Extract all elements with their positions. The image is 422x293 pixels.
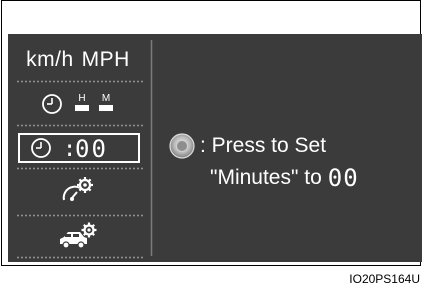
instruction-digits: 00 xyxy=(327,164,359,192)
instruction-panel: : Press to Set "Minutes" to 00 xyxy=(168,130,418,194)
clock-minute-digits: 00 xyxy=(75,136,108,160)
vehicle-settings-icon xyxy=(60,222,97,249)
minute-marker-icon: M xyxy=(99,93,113,111)
clock-icon xyxy=(31,138,51,158)
clock-set-graphic: : 00 xyxy=(31,136,108,160)
unit-kmh-label: km/h xyxy=(26,48,74,71)
menu-separator xyxy=(16,124,144,127)
clock-hour-minute-menu-item[interactable]: H M xyxy=(8,89,148,117)
gauge-settings-icon xyxy=(62,177,93,201)
vehicle-settings-menu-item[interactable] xyxy=(8,222,148,252)
figure-frame: km/h MPH H M: 00: Press to Set "Minute… xyxy=(1,0,422,266)
selector-knob-icon[interactable] xyxy=(168,132,196,160)
hour-marker-text: H xyxy=(78,93,85,104)
clock-hm-graphic: H M xyxy=(42,93,113,114)
menu-separator xyxy=(16,167,144,170)
menu-separator xyxy=(16,256,144,259)
hour-marker-icon: H xyxy=(75,93,89,111)
multi-info-display: km/h MPH H M: 00: Press to Set "Minute… xyxy=(8,34,422,262)
units-menu-item[interactable]: km/h MPH xyxy=(8,43,148,77)
minute-marker-text: M xyxy=(102,93,110,104)
instruction-line-1: : Press to Set xyxy=(168,130,418,162)
gauge-settings-menu-item[interactable] xyxy=(8,175,148,207)
instruction-text-1: : Press to Set xyxy=(200,134,327,157)
menu-separator xyxy=(16,214,144,217)
menu-divider xyxy=(150,40,153,256)
settings-menu: km/h MPH H M: 00 xyxy=(8,34,154,262)
clock-icon xyxy=(42,94,62,114)
instruction-text-2: "Minutes" to xyxy=(210,166,322,189)
instruction-line-2: "Minutes" to 00 xyxy=(168,162,418,194)
unit-mph-label: MPH xyxy=(81,48,130,71)
clock-set-menu-item-selected[interactable]: : 00 xyxy=(18,133,140,163)
figure-caption: IO20PS164U xyxy=(349,272,420,286)
menu-separator xyxy=(16,80,144,83)
